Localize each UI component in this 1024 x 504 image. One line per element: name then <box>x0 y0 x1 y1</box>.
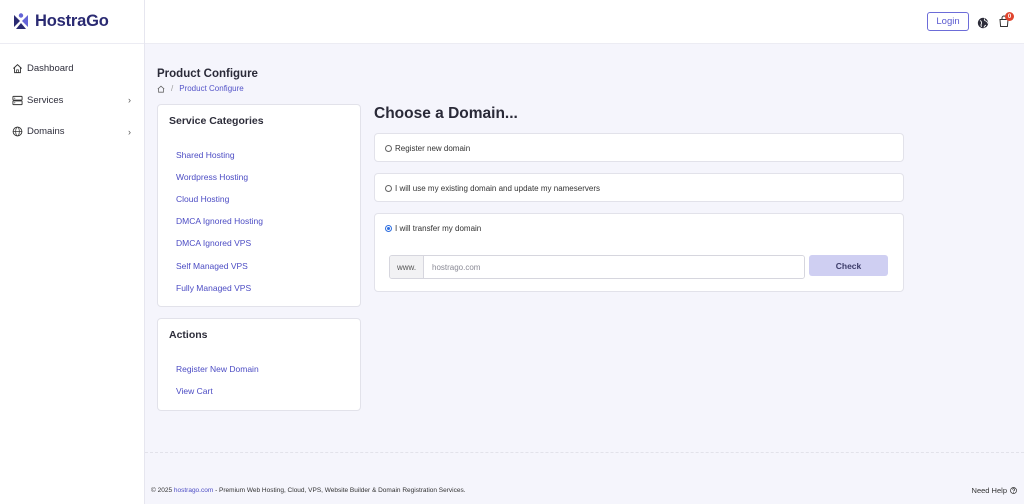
breadcrumb-current[interactable]: Product Configure <box>179 84 243 93</box>
service-categories-card: Service Categories Shared Hosting Wordpr… <box>157 104 361 307</box>
home-icon <box>12 63 23 74</box>
action-link-view-cart[interactable]: View Cart <box>176 386 213 396</box>
category-link-wordpress-hosting[interactable]: Wordpress Hosting <box>176 172 248 182</box>
breadcrumb-separator: / <box>171 84 174 93</box>
domain-option-label: I will transfer my domain <box>395 224 482 233</box>
logo-text: HostraGo <box>35 12 109 30</box>
domain-search-input[interactable] <box>424 256 804 278</box>
domain-option-label: I will use my existing domain and update… <box>395 184 600 193</box>
domain-option-label: Register new domain <box>395 144 471 153</box>
domain-option-existing[interactable]: I will use my existing domain and update… <box>385 184 600 193</box>
language-globe-icon[interactable] <box>977 16 989 29</box>
domain-option-existing-card[interactable]: I will use my existing domain and update… <box>374 173 904 202</box>
footer-tagline: - Premium Web Hosting, Cloud, VPS, Websi… <box>213 487 466 494</box>
chevron-right-icon: › <box>128 95 131 106</box>
need-help-label: Need Help <box>971 486 1007 495</box>
category-link-fully-managed-vps[interactable]: Fully Managed VPS <box>176 283 251 293</box>
footer-divider <box>145 452 1024 453</box>
service-categories-title: Service Categories <box>169 115 264 127</box>
existing-domain-radio[interactable] <box>385 185 392 192</box>
sidebar-item-services[interactable]: Services › <box>0 85 144 117</box>
sidebar-item-label: Dashboard <box>27 63 74 75</box>
top-header: Login 0 <box>145 0 1024 44</box>
breadcrumb-home-icon[interactable] <box>157 85 165 93</box>
category-link-cloud-hosting[interactable]: Cloud Hosting <box>176 194 229 204</box>
sidebar-item-domains[interactable]: Domains › <box>0 116 144 148</box>
www-prefix: www. <box>390 256 424 278</box>
cart-count-badge: 0 <box>1005 12 1014 21</box>
chevron-right-icon: › <box>128 126 131 137</box>
domain-option-register[interactable]: Register new domain <box>385 144 470 153</box>
sidebar-nav: Dashboard Services › Domains › <box>0 44 144 148</box>
sidebar-item-dashboard[interactable]: Dashboard <box>0 53 144 85</box>
sidebar-item-label: Domains <box>27 126 65 138</box>
domain-option-transfer-card[interactable]: I will transfer my domain www. Check <box>374 213 904 292</box>
footer-copyright: © 2025 hostrago.com - Premium Web Hostin… <box>151 487 466 494</box>
domain-option-register-card[interactable]: Register new domain <box>374 133 904 162</box>
help-question-icon <box>1010 487 1017 494</box>
breadcrumb: / Product Configure <box>157 84 244 93</box>
globe-icon <box>12 126 23 137</box>
logo[interactable]: HostraGo <box>0 0 144 44</box>
actions-title: Actions <box>169 329 208 341</box>
footer-site-link[interactable]: hostrago.com <box>174 487 213 494</box>
register-new-domain-radio[interactable] <box>385 145 392 152</box>
actions-card: Actions Register New Domain View Cart <box>157 318 361 411</box>
category-link-self-managed-vps[interactable]: Self Managed VPS <box>176 261 248 271</box>
need-help-link[interactable]: Need Help <box>972 486 1017 495</box>
check-button[interactable]: Check <box>809 255 888 276</box>
transfer-domain-radio[interactable] <box>385 225 392 232</box>
action-link-register-new-domain[interactable]: Register New Domain <box>176 364 259 374</box>
choose-domain-title: Choose a Domain... <box>374 105 518 122</box>
page-title: Product Configure <box>157 68 258 80</box>
server-icon <box>12 95 23 106</box>
sidebar: HostraGo Dashboard Services › Domains › <box>0 0 145 504</box>
logo-icon <box>11 12 31 32</box>
login-button[interactable]: Login <box>927 12 969 31</box>
category-link-dmca-ignored-hosting[interactable]: DMCA Ignored Hosting <box>176 216 263 226</box>
domain-input-group: www. <box>389 255 805 279</box>
category-link-shared-hosting[interactable]: Shared Hosting <box>176 150 235 160</box>
sidebar-item-label: Services <box>27 94 64 106</box>
copyright-text: © 2025 <box>151 487 174 494</box>
domain-option-transfer[interactable]: I will transfer my domain <box>385 224 481 233</box>
category-link-dmca-ignored-vps[interactable]: DMCA Ignored VPS <box>176 238 251 248</box>
